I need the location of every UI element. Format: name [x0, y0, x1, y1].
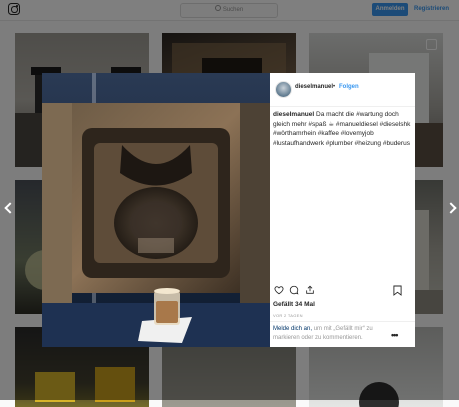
follow-button[interactable]: Folgen	[339, 84, 359, 90]
login-link[interactable]: Melde dich an,	[273, 326, 312, 332]
more-options-icon[interactable]: •••	[391, 330, 399, 340]
post-details-panel: dieselmanuel • Folgen dieselmanuel Da ma…	[270, 73, 415, 347]
share-icon[interactable]	[305, 285, 315, 295]
author-username[interactable]: dieselmanuel	[295, 84, 333, 90]
post-actions	[270, 283, 415, 297]
like-count[interactable]: Gefällt 34 Mal	[273, 301, 315, 308]
heart-icon[interactable]	[274, 285, 284, 295]
post-image	[42, 73, 270, 347]
post-modal: dieselmanuel • Folgen dieselmanuel Da ma…	[42, 73, 415, 347]
comment-login-prompt: Melde dich an, um mit „Gefällt mir“ zu m…	[270, 321, 415, 348]
bookmark-icon[interactable]	[393, 285, 402, 296]
comment-icon[interactable]	[289, 285, 299, 295]
separator-dot: •	[333, 84, 336, 90]
avatar[interactable]	[275, 81, 292, 98]
post-caption: dieselmanuel Da macht die #wartung doch …	[273, 110, 411, 148]
post-timestamp: VOR 2 TAGEN	[273, 313, 303, 318]
login-prompt-text: Melde dich an, um mit „Gefällt mir“ zu m…	[273, 325, 383, 343]
post-header: dieselmanuel • Folgen	[270, 73, 415, 107]
caption-author[interactable]: dieselmanuel	[273, 111, 314, 118]
